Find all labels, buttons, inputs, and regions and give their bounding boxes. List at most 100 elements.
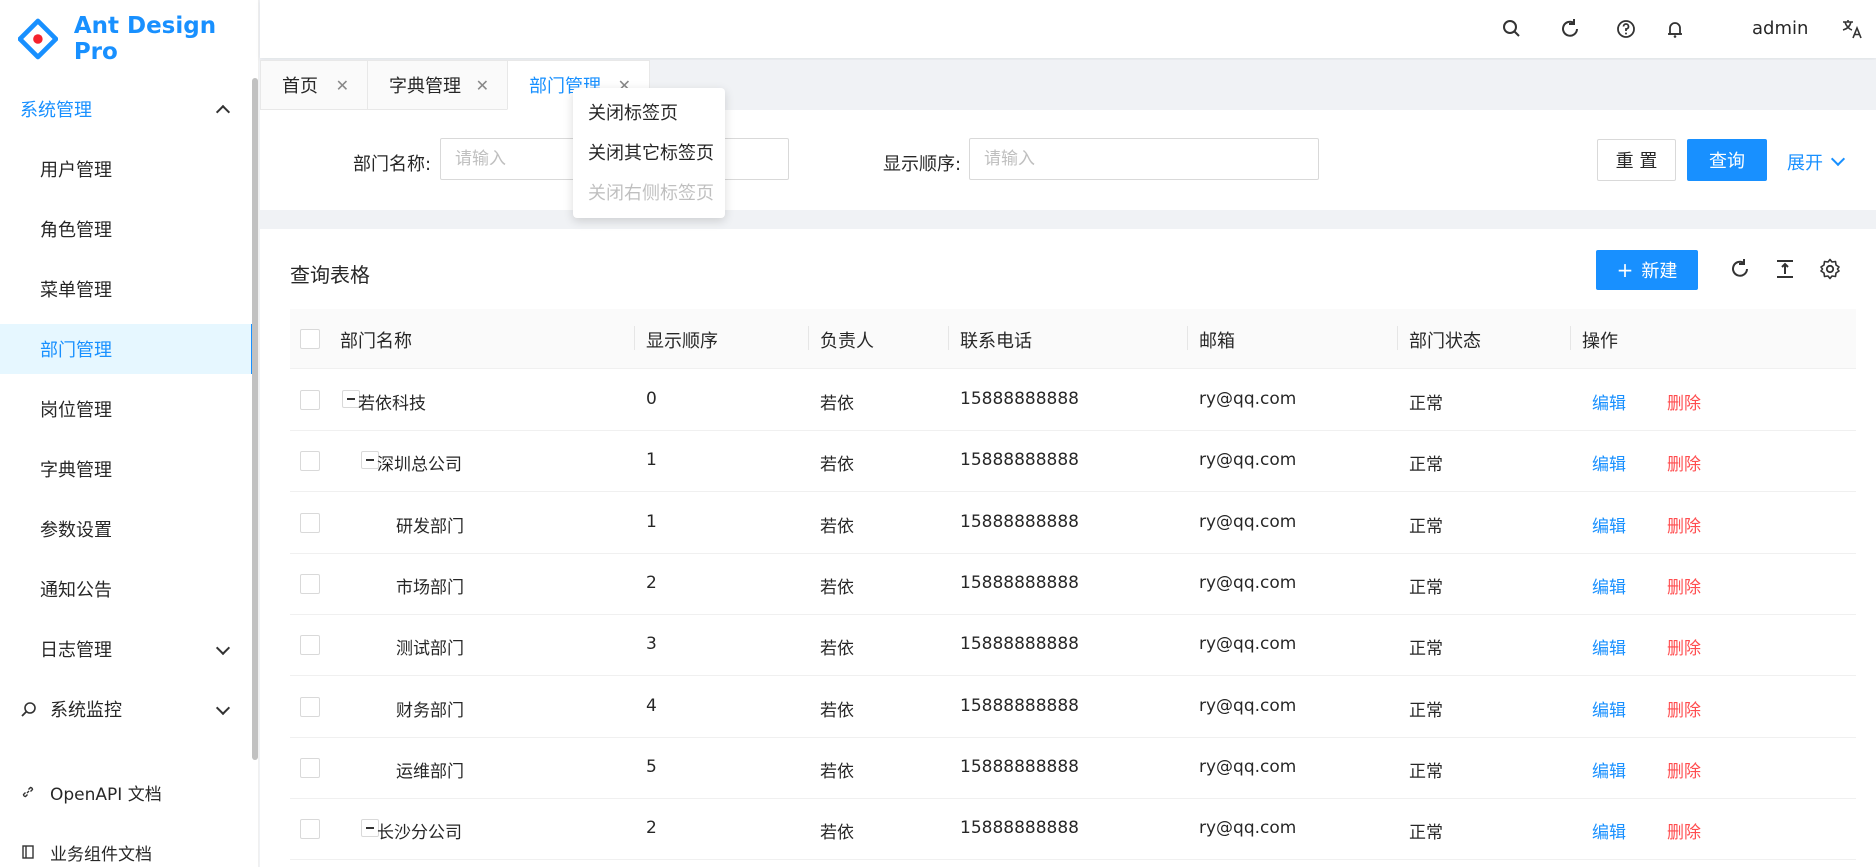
- row-checkbox[interactable]: [300, 819, 320, 840]
- order-input[interactable]: [969, 138, 1319, 180]
- edit-link[interactable]: 编辑: [1592, 757, 1626, 782]
- select-all-checkbox[interactable]: [300, 329, 320, 349]
- sidebar-item-dictionary[interactable]: 字典管理: [0, 444, 254, 494]
- close-icon[interactable]: ✕: [476, 76, 489, 95]
- density-icon[interactable]: [1773, 257, 1797, 281]
- sidebar-item-posts[interactable]: 岗位管理: [0, 384, 254, 434]
- tab-home[interactable]: 首页 ✕: [260, 60, 368, 110]
- new-button[interactable]: + 新建: [1596, 250, 1698, 290]
- status-cell: 正常: [1409, 761, 1443, 782]
- phone-cell: 15888888888: [960, 389, 1079, 409]
- tab-context-menu: 关闭标签页 关闭其它标签页 关闭右侧标签页: [573, 88, 725, 218]
- order-cell: 2: [646, 572, 657, 593]
- plus-icon: +: [1616, 258, 1634, 282]
- edit-link[interactable]: 编辑: [1592, 389, 1626, 414]
- menu-group-monitor[interactable]: 系统监控: [0, 679, 254, 739]
- openapi-docs-link[interactable]: OpenAPI 文档: [20, 772, 162, 812]
- edit-link[interactable]: 编辑: [1592, 512, 1626, 537]
- query-button[interactable]: 查询: [1687, 139, 1767, 181]
- edit-link[interactable]: 编辑: [1592, 634, 1626, 659]
- link-icon: [20, 784, 36, 800]
- delete-link[interactable]: 删除: [1667, 389, 1701, 414]
- delete-link[interactable]: 删除: [1667, 757, 1701, 782]
- edit-link[interactable]: 编辑: [1592, 818, 1626, 843]
- sidebar-item-label: 角色管理: [40, 220, 112, 241]
- delete-link[interactable]: 删除: [1667, 696, 1701, 721]
- component-docs-link[interactable]: 业务组件文档: [20, 832, 152, 867]
- email-cell: ry@qq.com: [1199, 756, 1297, 777]
- col-dept-name: 部门名称: [340, 331, 412, 352]
- phone-cell: 15888888888: [960, 450, 1079, 471]
- dept-name-label: 部门名称:: [353, 154, 432, 175]
- sidebar-item-notices[interactable]: 通知公告: [0, 564, 254, 614]
- sidebar-item-params[interactable]: 参数设置: [0, 504, 254, 554]
- reload-icon[interactable]: [1558, 17, 1582, 41]
- bell-icon[interactable]: [1663, 17, 1687, 41]
- dept-name-cell: 财务部门: [396, 700, 464, 721]
- row-checkbox[interactable]: [300, 390, 320, 410]
- tab-dictionary[interactable]: 字典管理 ✕: [367, 60, 508, 110]
- delete-link[interactable]: 删除: [1667, 512, 1701, 537]
- delete-link[interactable]: 删除: [1667, 450, 1701, 475]
- tab-bar: 首页 ✕ 字典管理 ✕ 部门管理 ✕: [260, 60, 1876, 110]
- col-actions: 操作: [1582, 331, 1618, 352]
- close-icon[interactable]: ✕: [336, 76, 349, 95]
- sidebar-item-menus[interactable]: 菜单管理: [0, 264, 254, 314]
- email-cell: ry@qq.com: [1199, 634, 1297, 655]
- dept-name-cell: 研发部门: [396, 516, 464, 537]
- tab-label: 首页: [282, 76, 318, 97]
- row-checkbox[interactable]: [300, 635, 320, 656]
- status-cell: 正常: [1409, 639, 1443, 660]
- expand-label: 展开: [1787, 153, 1823, 174]
- sidebar-item-label: 日志管理: [40, 640, 112, 661]
- delete-link[interactable]: 删除: [1667, 634, 1701, 659]
- close-right-tabs-item: 关闭右侧标签页: [588, 183, 714, 204]
- col-phone: 联系电话: [960, 331, 1032, 352]
- dept-name-cell: 长沙分公司: [377, 823, 462, 844]
- close-other-tabs-item[interactable]: 关闭其它标签页: [573, 134, 725, 174]
- book-icon: [20, 844, 36, 860]
- row-checkbox[interactable]: [300, 512, 320, 533]
- row-checkbox[interactable]: [300, 451, 320, 472]
- ant-logo-icon: [18, 18, 58, 60]
- delete-link[interactable]: 删除: [1667, 818, 1701, 843]
- sidebar-scrollbar[interactable]: [252, 78, 258, 760]
- sidebar-item-label: 通知公告: [40, 580, 112, 601]
- tab-label: 字典管理: [389, 76, 461, 97]
- reset-button[interactable]: 重 置: [1597, 139, 1676, 181]
- edit-link[interactable]: 编辑: [1592, 696, 1626, 721]
- edit-link[interactable]: 编辑: [1592, 573, 1626, 598]
- email-cell: ry@qq.com: [1199, 818, 1297, 839]
- settings-icon[interactable]: [1818, 257, 1842, 281]
- logo[interactable]: Ant Design Pro: [18, 13, 258, 65]
- sidebar-item-roles[interactable]: 角色管理: [0, 204, 254, 254]
- status-cell: 正常: [1409, 455, 1443, 476]
- dept-name-cell: 市场部门: [396, 577, 464, 598]
- menu-group-system[interactable]: 系统管理: [0, 79, 254, 139]
- translate-icon[interactable]: [1840, 17, 1864, 41]
- order-cell: 4: [646, 695, 657, 716]
- row-checkbox[interactable]: [300, 573, 320, 594]
- delete-link[interactable]: 删除: [1667, 573, 1701, 598]
- question-icon[interactable]: [1614, 17, 1638, 41]
- close-tab-item[interactable]: 关闭标签页: [573, 94, 725, 134]
- sidebar-item-departments[interactable]: 部门管理: [0, 324, 254, 374]
- sidebar-item-label: 字典管理: [40, 460, 112, 481]
- order-label: 显示顺序:: [883, 154, 962, 175]
- row-checkbox[interactable]: [300, 757, 320, 778]
- order-cell: 2: [646, 818, 657, 839]
- sidebar-item-label: 岗位管理: [40, 400, 112, 421]
- user-name[interactable]: admin: [1752, 18, 1808, 39]
- status-cell: 正常: [1409, 823, 1443, 844]
- sidebar-item-logs[interactable]: 日志管理: [0, 624, 254, 674]
- row-checkbox[interactable]: [300, 696, 320, 717]
- table-card: 查询表格 + 新建 部门名称 显示顺序 负责人 联系电话 邮箱 部门状态 操作 …: [260, 229, 1876, 867]
- search-icon[interactable]: [1500, 17, 1524, 41]
- expand-link[interactable]: 展开: [1787, 149, 1846, 175]
- dept-name-cell: 深圳总公司: [377, 455, 462, 476]
- reload-icon[interactable]: [1728, 257, 1752, 281]
- edit-link[interactable]: 编辑: [1592, 450, 1626, 475]
- table-row: 若依科技 0 若依 15888888888 ry@qq.com 正常 编辑 删除: [290, 370, 1856, 431]
- chevron-down-icon: [215, 640, 231, 656]
- sidebar-item-users[interactable]: 用户管理: [0, 144, 254, 194]
